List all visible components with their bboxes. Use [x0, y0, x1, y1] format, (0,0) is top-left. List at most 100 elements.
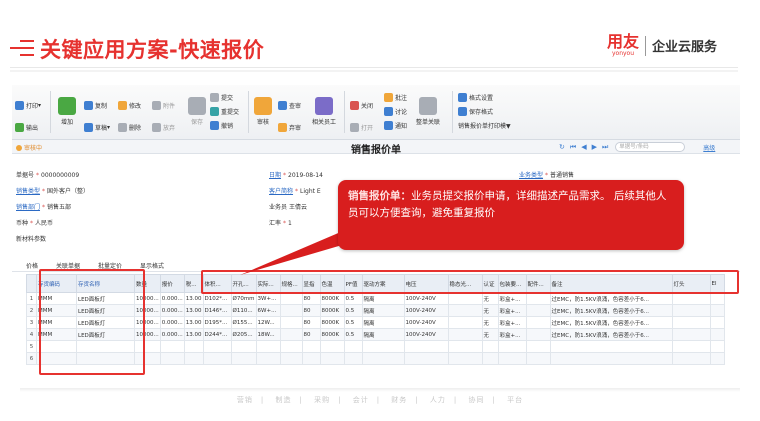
- doc-no-field[interactable]: 单据号 * 0000000009: [16, 170, 79, 179]
- table-cell[interactable]: 80: [301, 328, 321, 341]
- table-cell[interactable]: [525, 340, 551, 353]
- tab-price[interactable]: 价格: [26, 261, 38, 270]
- table-cell[interactable]: [255, 340, 281, 353]
- table-cell[interactable]: 过EMC，防1.5KV浪涌，色容差小于6...: [549, 292, 673, 305]
- table-cell[interactable]: [403, 340, 449, 353]
- grid-column-header[interactable]: El: [709, 274, 725, 293]
- table-cell[interactable]: [525, 352, 551, 365]
- table-row[interactable]: 5: [26, 340, 725, 353]
- table-cell[interactable]: [497, 340, 527, 353]
- table-cell[interactable]: [319, 340, 345, 353]
- table-cell[interactable]: [159, 352, 185, 365]
- submit-button[interactable]: 提交: [210, 93, 233, 102]
- table-cell[interactable]: 无: [481, 316, 499, 329]
- table-cell[interactable]: [447, 304, 483, 317]
- table-cell[interactable]: [447, 316, 483, 329]
- table-cell[interactable]: [549, 340, 673, 353]
- grid-column-header[interactable]: 存货名称: [76, 274, 135, 293]
- withdraw-button[interactable]: 撤销: [210, 121, 233, 130]
- grid-column-header[interactable]: 实际...: [255, 274, 281, 293]
- table-cell[interactable]: 8000K: [319, 304, 345, 317]
- table-cell[interactable]: 8000K: [319, 292, 345, 305]
- table-cell[interactable]: 过EMC，防1.5KV浪涌，色容差小于6...: [549, 328, 673, 341]
- table-cell[interactable]: 隔离: [361, 316, 405, 329]
- table-cell[interactable]: [343, 340, 363, 353]
- new-material-field[interactable]: 新材料参数: [16, 234, 46, 243]
- table-row[interactable]: 4 MMM LED面板灯 10000... 0.000... 13.00 D244*... Ø…: [26, 328, 725, 341]
- sales-type-field[interactable]: 销售类型 * 国外客户（整）: [16, 186, 89, 195]
- table-cell[interactable]: [709, 304, 725, 317]
- table-cell[interactable]: 10000...: [134, 328, 161, 341]
- grid-column-header[interactable]: [26, 274, 37, 293]
- table-cell[interactable]: 8000K: [319, 316, 345, 329]
- table-cell[interactable]: LED面板灯: [76, 304, 135, 317]
- table-cell[interactable]: [76, 352, 135, 365]
- format-setting-button[interactable]: 格式设置: [458, 93, 493, 102]
- annotate-button[interactable]: 批注: [384, 93, 407, 102]
- whole-relate-button[interactable]: 整单关联: [416, 97, 440, 126]
- copy-button[interactable]: 复制: [84, 101, 107, 110]
- table-cell[interactable]: [76, 340, 135, 353]
- table-cell[interactable]: 彩盒+...: [497, 328, 527, 341]
- grid-column-header[interactable]: 色温: [319, 274, 345, 293]
- table-cell[interactable]: Ø70mm: [230, 292, 257, 305]
- table-cell[interactable]: [497, 352, 527, 365]
- grid-column-header[interactable]: 存货编码: [36, 274, 77, 293]
- table-cell[interactable]: LED面板灯: [76, 316, 135, 329]
- table-cell[interactable]: [279, 316, 303, 329]
- table-cell[interactable]: MMM: [36, 328, 77, 341]
- table-cell[interactable]: 隔离: [361, 328, 405, 341]
- table-cell[interactable]: [301, 352, 321, 365]
- grid-column-header[interactable]: PF值: [343, 274, 363, 293]
- grid-column-header[interactable]: 体积...: [202, 274, 232, 293]
- table-cell[interactable]: 100V-240V: [403, 316, 449, 329]
- table-cell[interactable]: [202, 352, 232, 365]
- grid-column-header[interactable]: 电压: [403, 274, 449, 293]
- table-row[interactable]: 6: [26, 352, 725, 365]
- table-cell[interactable]: 彩盒+...: [497, 304, 527, 317]
- grid-column-header[interactable]: 稳态光...: [447, 274, 483, 293]
- grid-column-header[interactable]: 规格...: [279, 274, 303, 293]
- tab-display-format[interactable]: 显示格式: [140, 261, 164, 270]
- first-record-icon[interactable]: ⏮: [570, 143, 576, 152]
- table-cell[interactable]: 13.00: [183, 292, 204, 305]
- attach-button[interactable]: 附件: [152, 101, 175, 110]
- biz-type-field[interactable]: 业务类型 * 普通销售: [519, 170, 574, 179]
- next-record-icon[interactable]: ▶: [592, 143, 597, 151]
- discard-button[interactable]: 放弃: [152, 123, 175, 132]
- table-cell[interactable]: 过EMC，防1.5KV浪涌，色容差小于6...: [549, 316, 673, 329]
- customer-field[interactable]: 客户简称 * Light E: [269, 186, 321, 195]
- table-cell[interactable]: [481, 340, 499, 353]
- table-cell[interactable]: 80: [301, 292, 321, 305]
- table-cell[interactable]: [361, 340, 405, 353]
- print-button[interactable]: 打印 ▾: [15, 101, 41, 110]
- table-cell[interactable]: 0.5: [343, 328, 363, 341]
- rate-field[interactable]: 汇率 * 1: [269, 218, 292, 227]
- grid-column-header[interactable]: 灯头: [671, 274, 711, 293]
- grid-column-header[interactable]: 开孔...: [230, 274, 257, 293]
- refresh-icon[interactable]: ↻: [559, 143, 565, 151]
- table-cell[interactable]: [319, 352, 345, 365]
- table-cell[interactable]: [709, 352, 725, 365]
- grid-column-header[interactable]: 包装要...: [497, 274, 527, 293]
- table-cell[interactable]: [525, 292, 551, 305]
- table-cell[interactable]: [343, 352, 363, 365]
- salesman-field[interactable]: 业务员 王倩云: [269, 202, 307, 211]
- grid-column-header[interactable]: 报价: [159, 274, 185, 293]
- table-cell[interactable]: [279, 340, 303, 353]
- prev-record-icon[interactable]: ◀: [581, 143, 586, 151]
- table-cell[interactable]: [671, 340, 711, 353]
- grid-column-header[interactable]: 数量: [134, 274, 161, 293]
- table-cell[interactable]: 无: [481, 292, 499, 305]
- table-cell[interactable]: [361, 352, 405, 365]
- table-cell[interactable]: 10000...: [134, 292, 161, 305]
- table-cell[interactable]: 8000K: [319, 328, 345, 341]
- table-cell[interactable]: [36, 340, 77, 353]
- save-format-button[interactable]: 保存格式: [458, 107, 493, 116]
- table-cell[interactable]: 0.000...: [159, 328, 185, 341]
- table-cell[interactable]: Ø205...: [230, 328, 257, 341]
- table-cell[interactable]: [447, 340, 483, 353]
- table-cell[interactable]: [403, 352, 449, 365]
- table-cell[interactable]: [525, 316, 551, 329]
- table-cell[interactable]: 80: [301, 304, 321, 317]
